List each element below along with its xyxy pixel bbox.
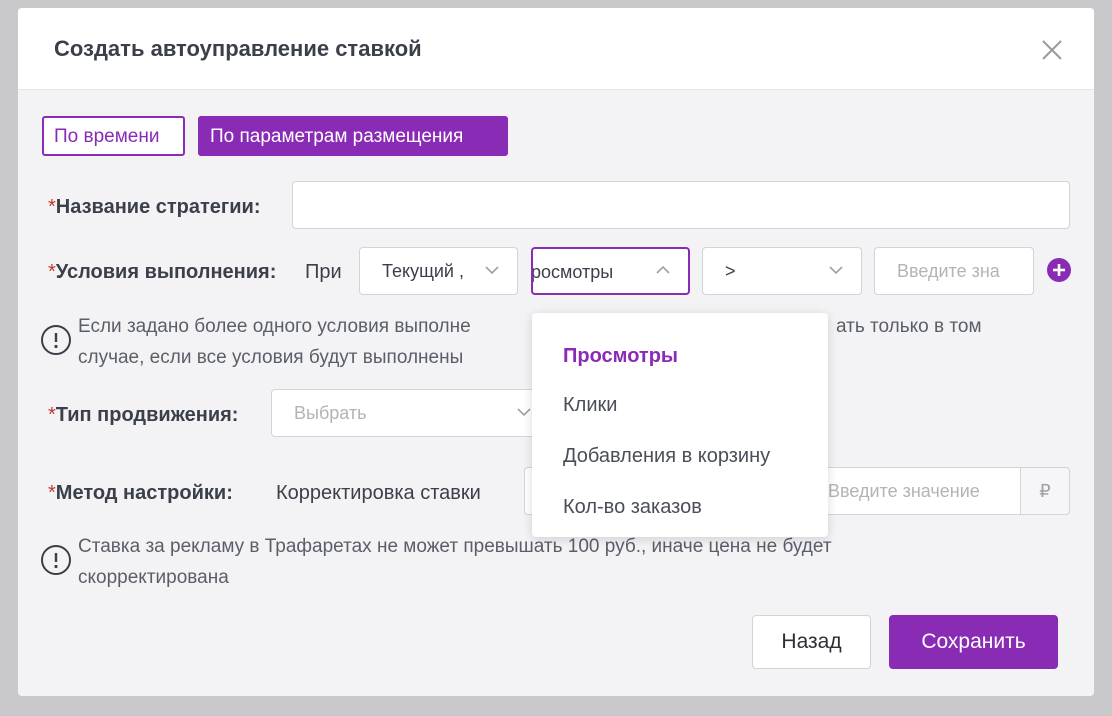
tab-by-placement-params[interactable]: По параметрам размещения <box>198 116 508 156</box>
exclamation-icon <box>40 324 72 356</box>
amount-input[interactable]: Введите значение <box>808 467 1021 515</box>
modal-title: Создать автоуправление ставкой <box>54 36 422 61</box>
currency-addon: ₽ <box>1020 467 1070 515</box>
modal: Создать автоуправление ставкой По времен… <box>18 8 1094 696</box>
conditions-prefix: При <box>305 261 342 283</box>
method-label-text: Метод настройки: <box>55 482 233 504</box>
conditions-label-text: Условия выполнения: <box>55 261 277 283</box>
conditions-notice-line1a: Если задано более одного условия выполне <box>78 316 471 337</box>
method-value: Корректировка ставки <box>276 482 481 504</box>
dropdown-item-views[interactable]: Просмотры <box>563 345 678 368</box>
strategy-name-label: *Название стратегии: <box>48 196 261 219</box>
modal-header: Создать автоуправление ставкой <box>18 8 1094 90</box>
conditions-notice-line2: случае, если все условия будут выполнены <box>78 347 464 368</box>
condition-value-placeholder: Введите зна <box>897 261 1000 281</box>
type-dropdown-menu: Просмотры Клики Добавления в корзину Кол… <box>532 313 828 537</box>
chevron-down-icon <box>485 266 499 275</box>
promotion-type-label: *Тип продвижения: <box>48 404 238 427</box>
operator-select[interactable]: > <box>702 247 862 295</box>
condition-value-input[interactable]: Введите зна <box>874 247 1034 295</box>
promotion-type-select[interactable]: Выбрать <box>271 389 541 437</box>
conditions-label: *Условия выполнения: <box>48 261 276 284</box>
add-condition-icon[interactable] <box>1047 258 1071 282</box>
chevron-down-icon <box>829 266 843 275</box>
strategy-name-input[interactable] <box>292 181 1070 229</box>
bid-notice-line2: скорректирована <box>78 567 229 588</box>
currency-symbol: ₽ <box>1039 481 1051 501</box>
amount-placeholder: Введите значение <box>828 481 980 501</box>
method-label: *Метод настройки: <box>48 482 233 505</box>
chevron-up-icon <box>656 265 670 274</box>
dropdown-item-clicks[interactable]: Клики <box>563 394 617 417</box>
dropdown-item-add-to-cart[interactable]: Добавления в корзину <box>563 445 770 468</box>
metric-select[interactable]: Текущий , <box>359 247 518 295</box>
back-button[interactable]: Назад <box>752 615 871 669</box>
chevron-down-icon <box>517 408 531 417</box>
operator-select-value: > <box>725 261 736 281</box>
promotion-type-placeholder: Выбрать <box>294 403 367 423</box>
exclamation-icon <box>40 544 72 576</box>
dropdown-item-orders-count[interactable]: Кол-во заказов <box>563 496 702 519</box>
required-mark: * <box>48 482 56 504</box>
conditions-notice-line1b: ать только в том <box>836 316 982 337</box>
promotion-type-label-text: Тип продвижения: <box>55 404 239 426</box>
required-mark: * <box>48 404 56 426</box>
metric-select-value: Текущий , <box>382 261 464 281</box>
close-icon[interactable] <box>1038 36 1066 64</box>
required-mark: * <box>48 196 56 218</box>
strategy-name-label-text: Название стратегии: <box>55 196 261 218</box>
required-mark: * <box>48 261 56 283</box>
type-select-value: росмотры <box>531 262 614 282</box>
save-button[interactable]: Сохранить <box>889 615 1058 669</box>
type-select[interactable]: росмотры <box>531 247 690 295</box>
tab-by-time[interactable]: По времени <box>42 116 185 156</box>
